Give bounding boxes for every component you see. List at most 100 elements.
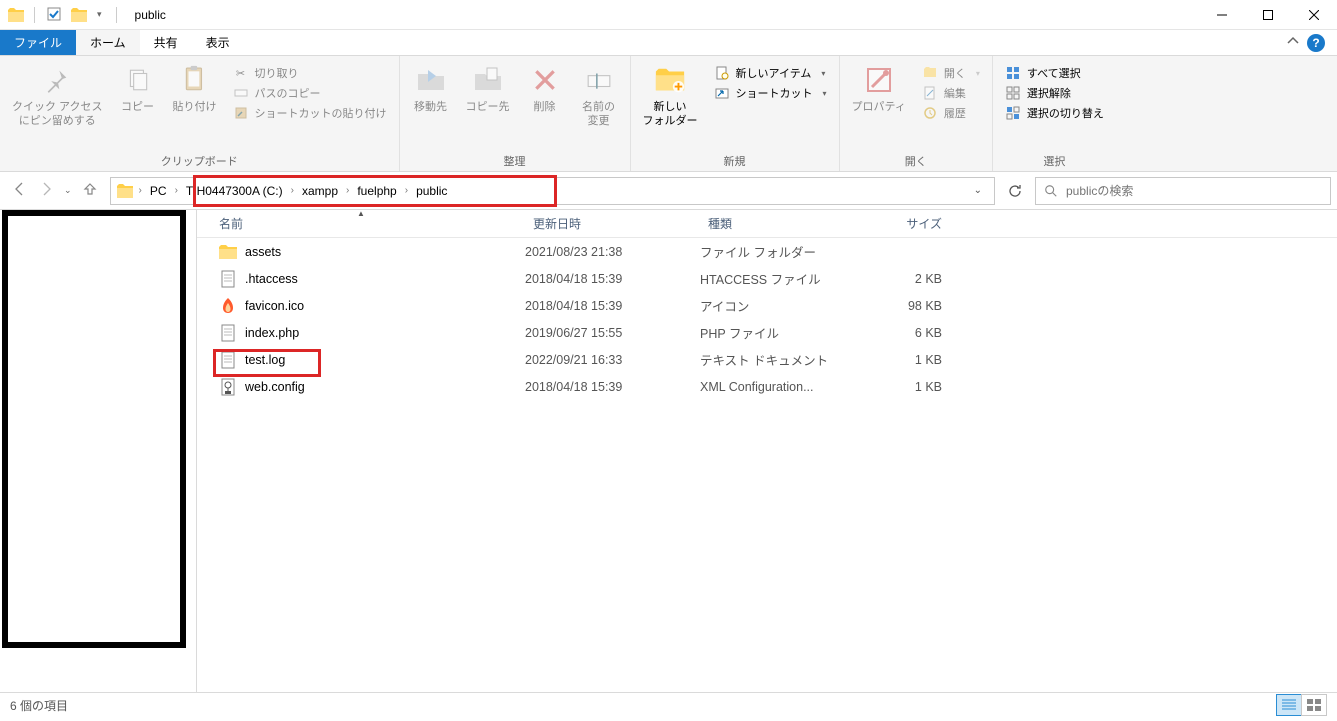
file-icon <box>219 351 237 369</box>
select-all-icon <box>1005 65 1021 81</box>
rename-button[interactable]: 名前の 変更 <box>574 62 624 131</box>
cell-name: index.php <box>203 324 525 342</box>
folder-icon <box>117 184 133 198</box>
column-header-type[interactable]: 種類 <box>700 210 850 237</box>
view-thumbnails-button[interactable] <box>1301 694 1327 716</box>
move-to-button[interactable]: 移動先 <box>406 62 456 116</box>
group-label-select: 選択 <box>999 153 1110 171</box>
new-shortcut-button[interactable]: ショートカット▾ <box>708 84 833 102</box>
cell-name: .htaccess <box>203 270 525 288</box>
breadcrumb-drive[interactable]: TIH0447300A (C:) <box>180 178 289 204</box>
cell-name: web.config <box>203 378 525 396</box>
refresh-button[interactable] <box>1001 177 1029 205</box>
breadcrumb-pc[interactable]: PC <box>144 178 173 204</box>
address-bar[interactable]: › PC › TIH0447300A (C:) › xampp › fuelph… <box>110 177 995 205</box>
help-icon[interactable]: ? <box>1307 34 1325 52</box>
rename-icon <box>583 64 615 96</box>
tab-home[interactable]: ホーム <box>76 30 140 55</box>
edit-button[interactable]: 編集 <box>916 84 986 102</box>
breadcrumb-public[interactable]: public <box>410 178 453 204</box>
table-row[interactable]: test.log2022/09/21 16:33テキスト ドキュメント1 KB <box>197 346 1337 373</box>
select-all-button[interactable]: すべて選択 <box>999 64 1110 82</box>
minimize-button[interactable] <box>1199 0 1245 30</box>
cut-button[interactable]: ✂切り取り <box>227 64 393 82</box>
file-icon <box>219 324 237 342</box>
separator <box>34 7 35 23</box>
file-name: web.config <box>245 380 305 394</box>
column-header-date[interactable]: 更新日時 <box>525 210 700 237</box>
new-folder-button[interactable]: 新しい フォルダー <box>637 62 704 131</box>
properties-button[interactable]: プロパティ <box>846 62 912 116</box>
chevron-right-icon[interactable]: › <box>291 185 294 196</box>
scissors-icon: ✂ <box>233 65 249 81</box>
moveto-icon <box>415 64 447 96</box>
tab-share[interactable]: 共有 <box>140 30 192 55</box>
pin-to-quickaccess-button[interactable]: クイック アクセス にピン留めする <box>6 62 109 131</box>
ribbon-group-clipboard: クイック アクセス にピン留めする コピー 貼り付け ✂切り取り パスのコピー … <box>0 56 400 171</box>
ribbon-group-new: 新しい フォルダー 新しいアイテム▾ ショートカット▾ 新規 <box>631 56 840 171</box>
table-row[interactable]: index.php2019/06/27 15:55PHP ファイル6 KB <box>197 319 1337 346</box>
history-button[interactable]: 履歴 <box>916 104 986 122</box>
search-icon <box>1044 184 1058 198</box>
back-button[interactable] <box>12 181 28 200</box>
table-row[interactable]: favicon.ico2018/04/18 15:39アイコン98 KB <box>197 292 1337 319</box>
chevron-down-icon: ▾ <box>821 69 825 78</box>
file-name: test.log <box>245 353 285 367</box>
table-row[interactable]: web.config2018/04/18 15:39XML Configurat… <box>197 373 1337 400</box>
recent-dropdown-icon[interactable]: ⌄ <box>64 185 72 196</box>
qat-checkbox-icon[interactable] <box>45 5 65 25</box>
close-button[interactable] <box>1291 0 1337 30</box>
open-button[interactable]: 開く▾ <box>916 64 986 82</box>
separator <box>116 7 117 23</box>
breadcrumb-xampp[interactable]: xampp <box>296 178 344 204</box>
favicon-icon <box>219 297 237 315</box>
group-label-new: 新規 <box>637 153 833 171</box>
new-item-button[interactable]: 新しいアイテム▾ <box>708 64 833 82</box>
forward-button[interactable] <box>38 181 54 200</box>
cell-type: アイコン <box>700 296 850 315</box>
table-row[interactable]: .htaccess2018/04/18 15:39HTACCESS ファイル2 … <box>197 265 1337 292</box>
folder-icon <box>8 8 24 22</box>
copy-button[interactable]: コピー <box>113 62 163 116</box>
tab-file[interactable]: ファイル <box>0 30 76 55</box>
select-none-button[interactable]: 選択解除 <box>999 84 1110 102</box>
copy-path-button[interactable]: パスのコピー <box>227 84 393 102</box>
cell-size: 6 KB <box>850 326 950 340</box>
copyto-icon <box>472 64 504 96</box>
file-name: index.php <box>245 326 299 340</box>
view-details-button[interactable] <box>1276 694 1302 716</box>
paste-button[interactable]: 貼り付け <box>167 62 223 116</box>
copy-to-button[interactable]: コピー先 <box>460 62 516 116</box>
up-button[interactable] <box>82 181 98 200</box>
search-box[interactable] <box>1035 177 1331 205</box>
address-bar-row: ⌄ › PC › TIH0447300A (C:) › xampp › fuel… <box>0 172 1337 210</box>
collapse-ribbon-icon[interactable] <box>1287 35 1299 50</box>
ribbon-group-select: すべて選択 選択解除 選択の切り替え 選択 <box>993 56 1116 171</box>
paste-shortcut-button[interactable]: ショートカットの貼り付け <box>227 104 393 122</box>
cell-date: 2018/04/18 15:39 <box>525 272 700 286</box>
chevron-right-icon[interactable]: › <box>405 185 408 196</box>
chevron-right-icon[interactable]: › <box>346 185 349 196</box>
chevron-right-icon[interactable]: › <box>139 185 142 196</box>
column-header-name[interactable]: ▲名前 <box>197 210 525 237</box>
file-list[interactable]: ▲名前 更新日時 種類 サイズ assets2021/08/23 21:38ファ… <box>197 210 1337 692</box>
cell-size: 1 KB <box>850 380 950 394</box>
qat-dropdown-icon[interactable]: ▾ <box>93 9 106 20</box>
address-dropdown-icon[interactable]: ⌄ <box>974 185 982 196</box>
navigation-pane[interactable] <box>0 210 197 692</box>
new-folder-icon <box>654 64 686 96</box>
delete-button[interactable]: 削除 <box>520 62 570 116</box>
edit-icon <box>922 85 938 101</box>
chevron-right-icon[interactable]: › <box>175 185 178 196</box>
search-input[interactable] <box>1066 184 1322 198</box>
maximize-button[interactable] <box>1245 0 1291 30</box>
invert-selection-button[interactable]: 選択の切り替え <box>999 104 1110 122</box>
breadcrumb-fuelphp[interactable]: fuelphp <box>351 178 402 204</box>
column-header-size[interactable]: サイズ <box>850 210 950 237</box>
chevron-down-icon: ▾ <box>823 89 827 98</box>
group-label-organize: 整理 <box>406 153 624 171</box>
cell-type: テキスト ドキュメント <box>700 350 850 369</box>
tab-view[interactable]: 表示 <box>192 30 244 55</box>
table-row[interactable]: assets2021/08/23 21:38ファイル フォルダー <box>197 238 1337 265</box>
new-item-icon <box>714 65 730 81</box>
